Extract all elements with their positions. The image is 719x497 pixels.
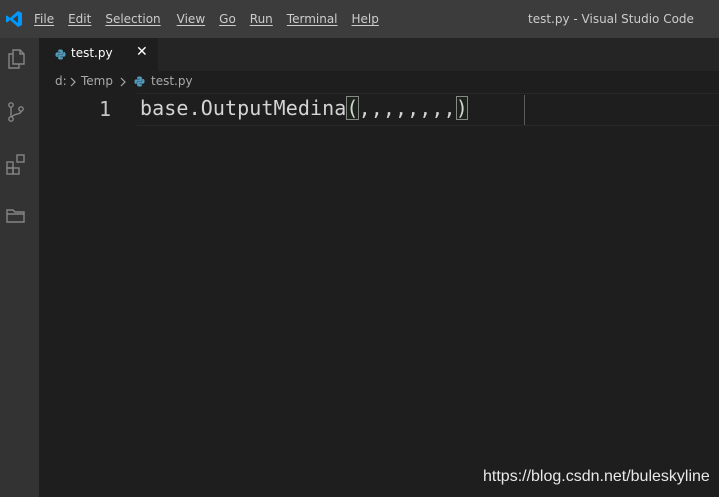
breadcrumb-drive[interactable]: d: — [55, 74, 67, 88]
menu-selection[interactable]: Selection — [105, 12, 160, 26]
menu-file[interactable]: File — [34, 12, 54, 26]
close-icon[interactable]: ✕ — [136, 44, 148, 60]
python-file-icon — [134, 76, 145, 87]
menu-help[interactable]: Help — [352, 12, 379, 26]
activity-bar — [0, 38, 39, 497]
watermark: https://blog.csdn.net/buleskyline — [483, 468, 710, 485]
code-text: base.OutputMedina — [140, 96, 347, 120]
tab-test-py[interactable]: test.py ✕ — [39, 38, 158, 71]
title-bar: File Edit Selection View Go Run Terminal… — [0, 0, 719, 38]
menu-view[interactable]: View — [177, 12, 205, 26]
open-paren: ( — [346, 96, 359, 120]
chevron-right-icon — [70, 77, 76, 87]
breadcrumb: d: Temp test.py — [39, 71, 719, 93]
chevron-right-icon — [120, 77, 126, 87]
breadcrumb-file[interactable]: test.py — [151, 74, 193, 88]
code-line[interactable]: base.OutputMedina(,,,,,,,,) — [140, 96, 468, 120]
extensions-icon[interactable] — [4, 152, 28, 176]
window-title: test.py - Visual Studio Code — [528, 12, 694, 26]
menu-go[interactable]: Go — [219, 12, 236, 26]
vscode-logo-icon — [6, 11, 22, 27]
tabs-bar: test.py ✕ — [39, 38, 719, 71]
tab-label: test.py — [71, 46, 113, 60]
close-paren: ) — [455, 96, 468, 120]
menu-bar: File Edit Selection View Go Run Terminal… — [34, 0, 393, 38]
source-control-icon[interactable] — [4, 100, 28, 124]
line-number: 1 — [99, 97, 112, 121]
menu-edit[interactable]: Edit — [68, 12, 91, 26]
remote-explorer-icon[interactable] — [4, 203, 28, 227]
editor-ruler — [524, 95, 525, 125]
menu-run[interactable]: Run — [250, 12, 273, 26]
editor[interactable]: 1 base.OutputMedina(,,,,,,,,) — [39, 93, 719, 497]
menu-terminal[interactable]: Terminal — [287, 12, 338, 26]
python-file-icon — [55, 49, 66, 60]
code-args: ,,,,,,,, — [358, 96, 456, 120]
breadcrumb-folder[interactable]: Temp — [81, 74, 113, 88]
explorer-icon[interactable] — [4, 47, 28, 71]
